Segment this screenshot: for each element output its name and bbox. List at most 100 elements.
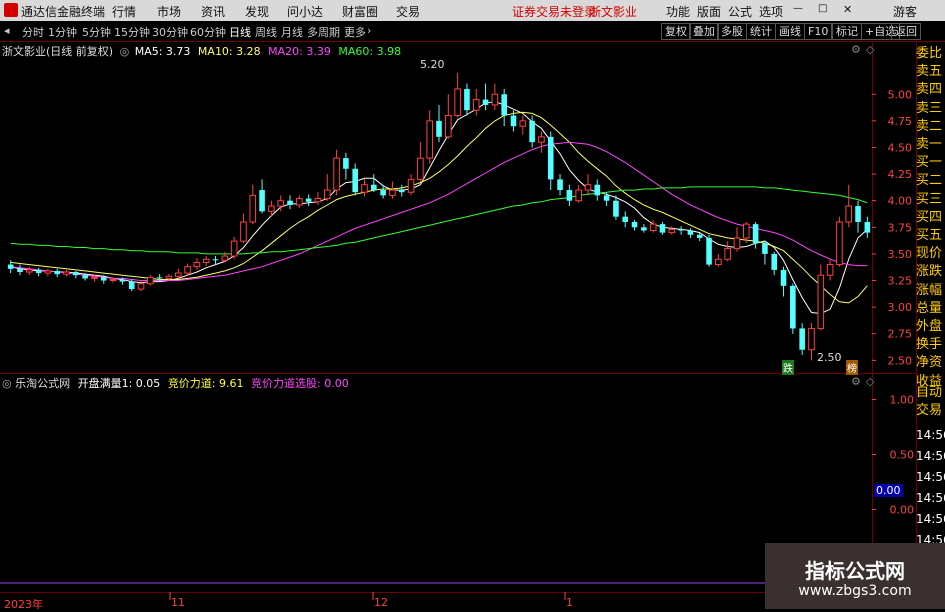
menu-bar: 通达信金融终端 行情 市场 资讯 发现 问小达 财富圈 交易 证券交易未登录 浙…	[0, 0, 945, 21]
kline-chart[interactable]: 2.50 2.75 3.00 3.25 3.50 3.75 4.00 4.25 4.50 4.75…	[0, 41, 945, 609]
candle-body-down	[7, 264, 14, 269]
tool-tongji[interactable]: 统计	[746, 23, 776, 40]
menu-item-wenxiaoda[interactable]: 问小达	[287, 3, 323, 20]
candle-body-up	[314, 198, 322, 203]
menu-item-gongshi[interactable]: 公式	[728, 3, 752, 20]
formula-source: 乐淘公式网	[15, 377, 71, 390]
menu-item-jiaoyi[interactable]: 交易	[396, 3, 420, 20]
more-chevron-icon[interactable]: ›	[367, 24, 371, 37]
minimize-icon[interactable]: —	[793, 3, 803, 14]
quote-label: 净资	[916, 355, 943, 371]
tag-die[interactable]: 跌	[782, 360, 794, 375]
menu-item-xuanxiang[interactable]: 选项	[759, 3, 783, 20]
user-name[interactable]: 游客	[893, 3, 917, 20]
candle-body-up	[715, 258, 722, 266]
candle-body-down	[436, 120, 442, 137]
period-60min[interactable]: 60分钟	[190, 24, 226, 40]
ma20-label: MA20: 3.39	[268, 45, 331, 58]
period-30min[interactable]: 30分钟	[152, 24, 188, 40]
sub-tick-label: 0.00	[890, 504, 915, 517]
menu-item-faxian[interactable]: 发现	[245, 3, 269, 20]
candle-body-down	[287, 200, 293, 205]
sub-tick-label: 0.50	[890, 449, 915, 462]
candle-body-down	[594, 184, 601, 196]
legend-toggle-icon[interactable]: ◎	[120, 45, 130, 58]
subpanel-settings-icon[interactable]: ⚙	[851, 375, 861, 388]
candle-body-down	[631, 221, 638, 228]
app-logo-icon	[4, 3, 18, 17]
candle-body-up	[184, 266, 191, 274]
candle-body-up	[25, 269, 33, 273]
menu-item-gongneng[interactable]: 功能	[666, 3, 690, 20]
tick-time: 14:56	[916, 449, 945, 463]
tool-f10[interactable]: F10	[804, 23, 833, 40]
candle-body-down	[864, 221, 871, 233]
candle-body-down	[790, 285, 796, 329]
candle-body-down	[54, 270, 61, 275]
candle-body-down	[371, 184, 377, 191]
period-15min[interactable]: 15分钟	[114, 24, 150, 40]
period-fenshi[interactable]: 分时	[22, 24, 44, 40]
candle-body-down	[603, 195, 610, 201]
menu-item-shichang[interactable]: 市场	[157, 3, 181, 20]
period-monthly[interactable]: 月线	[281, 24, 303, 40]
close-icon[interactable]: ✕	[843, 3, 852, 16]
tool-back[interactable]: 返回	[891, 23, 921, 40]
candle-body-up	[724, 248, 731, 260]
menu-item-hangqing[interactable]: 行情	[112, 3, 136, 20]
menu-item-caifuquan[interactable]: 财富圈	[342, 3, 378, 20]
tick-time: 14:56	[916, 491, 945, 505]
period-1min[interactable]: 1分钟	[48, 24, 77, 40]
login-notice[interactable]: 证券交易未登录	[512, 3, 596, 20]
price-tick-label: 2.75	[888, 328, 913, 341]
candle-body-down	[128, 281, 135, 290]
candle-body-down	[696, 234, 703, 238]
panel-settings-icon[interactable]: ⚙	[851, 43, 861, 56]
candle-body-down	[156, 277, 163, 279]
candle-body-up	[407, 178, 415, 193]
menu-item-banmian[interactable]: 版面	[697, 3, 721, 20]
candle-body-down	[771, 253, 778, 270]
tool-duogu[interactable]: 多股	[717, 23, 747, 40]
candle-body-up	[584, 184, 592, 191]
price-tick-label: 4.25	[888, 168, 913, 181]
auto-trade-label[interactable]: 自动 交易	[916, 384, 945, 420]
stock-name-header: 浙文影业	[589, 5, 638, 19]
candle-body-down	[622, 216, 629, 222]
period-more[interactable]: 更多	[344, 24, 366, 40]
candle-body-up	[472, 99, 480, 111]
sub-item-jingjia: 竞价力道: 9.61	[167, 377, 244, 390]
maximize-icon[interactable]: □	[818, 3, 827, 14]
subpanel-expand-icon[interactable]: ◇	[866, 375, 874, 388]
tool-fuquan[interactable]: 复权	[661, 23, 691, 40]
period-multi[interactable]: 多周期	[307, 24, 340, 40]
panel-expand-icon[interactable]: ◇	[866, 43, 874, 56]
period-weekly[interactable]: 周线	[255, 24, 277, 40]
candle-body-up	[193, 261, 201, 268]
period-daily[interactable]: 日线	[229, 24, 251, 40]
candle-body-up	[165, 275, 173, 279]
menu-item-zixun[interactable]: 资讯	[201, 3, 225, 20]
sub-tick-label: 1.00	[890, 394, 915, 407]
scroll-left-icon[interactable]: ◂	[4, 24, 10, 37]
watermark-banner: 指标公式网 www.zbgs3.com	[765, 543, 945, 609]
tool-diejia[interactable]: 叠加	[689, 23, 719, 40]
candle-body-down	[259, 190, 265, 212]
tool-biaoji[interactable]: 标记	[832, 23, 862, 40]
candle-body-up	[389, 189, 396, 196]
period-5min[interactable]: 5分钟	[82, 24, 111, 40]
candle-body-up	[240, 221, 247, 242]
candle-body-up	[417, 157, 424, 180]
candle-body-up	[202, 258, 210, 263]
candle-body-down	[100, 277, 107, 281]
quote-label: 换手	[916, 337, 943, 353]
sub-toggle-icon[interactable]: ◎	[2, 377, 12, 390]
candle-body-up	[845, 205, 853, 223]
quote-label: 买四	[916, 209, 943, 225]
candle-body-up	[454, 88, 461, 117]
candle-body-down	[464, 88, 470, 111]
tool-huaxian[interactable]: 画线	[775, 23, 805, 40]
candle-body-down	[501, 94, 507, 116]
tag-bang[interactable]: 榜	[846, 360, 858, 375]
candle-body-down	[547, 136, 554, 180]
